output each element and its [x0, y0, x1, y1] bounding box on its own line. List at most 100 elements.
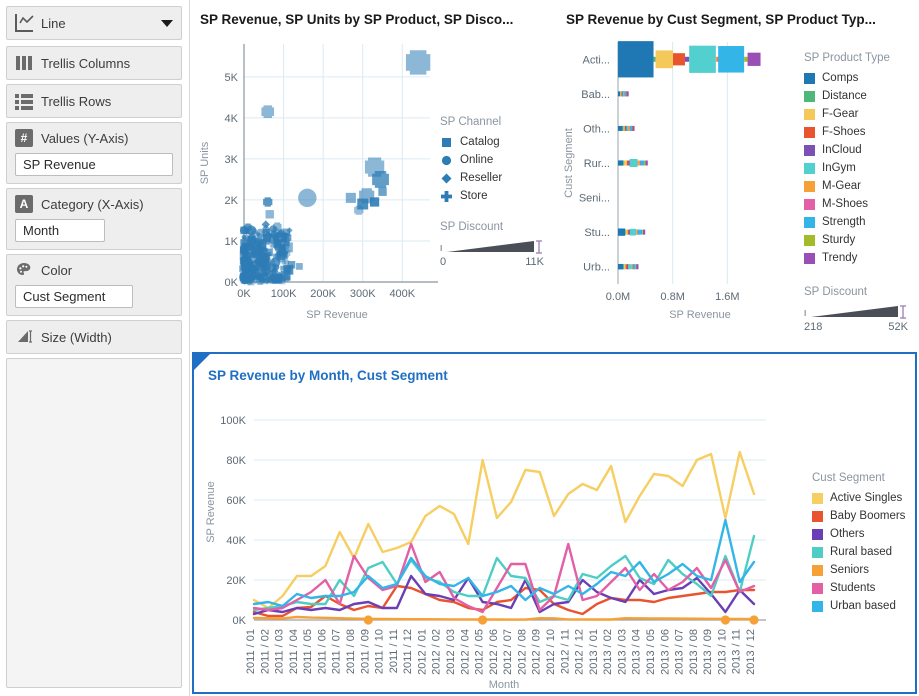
- legend-item-label: Students: [830, 582, 876, 594]
- svg-text:Rur...: Rur...: [584, 158, 610, 170]
- legend-color-swatch: [804, 252, 815, 264]
- line-chart-title: SP Revenue by Month, Cust Segment: [208, 368, 448, 383]
- legend-item[interactable]: F-Gear: [804, 105, 890, 123]
- legend-item[interactable]: Urban based: [812, 597, 905, 615]
- legend-item[interactable]: Rural based: [812, 543, 905, 561]
- shelf-color[interactable]: Color Cust Segment: [6, 254, 182, 316]
- bars-legend: SP Product Type Comps Distance F-Gear F-Sho…: [804, 52, 890, 267]
- legend-item[interactable]: Distance: [804, 87, 890, 105]
- legend-color-swatch: [812, 564, 823, 576]
- legend-item[interactable]: M-Shoes: [804, 195, 890, 213]
- legend-item-label: Reseller: [460, 172, 503, 184]
- scatter-size-legend: SP Discount I 0 11K: [440, 221, 544, 268]
- legend-item[interactable]: Online: [440, 151, 544, 169]
- svg-text:2013 / 08: 2013 / 08: [688, 629, 700, 675]
- legend-item[interactable]: Seniors: [812, 561, 905, 579]
- color-field-chip[interactable]: Cust Segment: [15, 285, 133, 308]
- legend-item[interactable]: Sturdy: [804, 231, 890, 249]
- shelf-label: Color: [41, 262, 73, 278]
- legend-item[interactable]: Catalog: [440, 133, 544, 151]
- legend-item[interactable]: Strength: [804, 213, 890, 231]
- stacked-bar-chart-svg[interactable]: 0.0M 0.8M 1.6M SP Revenue Cust Segment Acti..…: [558, 34, 808, 344]
- svg-text:Bab...: Bab...: [581, 89, 610, 101]
- svg-text:2012 / 09: 2012 / 09: [531, 629, 543, 675]
- chart-type-selector[interactable]: Line: [6, 6, 182, 40]
- svg-text:2011 / 11: 2011 / 11: [388, 629, 400, 673]
- legend-item-label: Active Singles: [830, 492, 903, 504]
- svg-text:Urb...: Urb...: [583, 262, 610, 274]
- lines-legend: Cust Segment Active Singles Baby Boomers O…: [812, 472, 905, 615]
- legend-item[interactable]: Comps: [804, 69, 890, 87]
- legend-color-swatch: [804, 162, 815, 174]
- svg-text:5K: 5K: [225, 72, 239, 84]
- chart-type-label: Line: [41, 15, 66, 31]
- line-chart-svg[interactable]: 0K20K40K60K80K100KSP Revenue2011 / 01 201…: [194, 390, 806, 690]
- lines-legend-title: Cust Segment: [812, 472, 885, 484]
- scatter-discount-max: 11K: [525, 256, 544, 268]
- legend-item[interactable]: Trendy: [804, 249, 890, 267]
- svg-text:0K: 0K: [233, 615, 247, 627]
- bars-size-legend-title: SP Discount: [804, 286, 868, 298]
- attribute-icon: A: [15, 195, 33, 213]
- bars-discount-max: 52K: [888, 321, 908, 333]
- svg-text:3K: 3K: [225, 154, 239, 166]
- legend-item[interactable]: Baby Boomers: [812, 507, 905, 525]
- panel-scatter: SP Revenue, SP Units by SP Product, SP D…: [192, 0, 556, 348]
- legend-color-swatch: [804, 180, 815, 192]
- legend-item[interactable]: Others: [812, 525, 905, 543]
- svg-text:100K: 100K: [220, 415, 246, 427]
- legend-item[interactable]: M-Gear: [804, 177, 890, 195]
- shelf-label: Size (Width): [41, 329, 112, 345]
- legend-color-swatch: [812, 582, 823, 594]
- svg-text:2012 / 01: 2012 / 01: [416, 629, 428, 675]
- svg-text:Acti...: Acti...: [582, 54, 610, 66]
- svg-text:2013 / 05: 2013 / 05: [645, 629, 657, 675]
- legend-item[interactable]: F-Shoes: [804, 123, 890, 141]
- legend-item[interactable]: Students: [812, 579, 905, 597]
- discount-gradient-bar[interactable]: I: [804, 303, 906, 320]
- svg-text:100K: 100K: [271, 288, 297, 300]
- category-field-chip[interactable]: Month: [15, 219, 105, 242]
- legend-color-swatch: [804, 108, 815, 120]
- shelf-empty-area[interactable]: [6, 358, 182, 688]
- scatter-legend: SP Channel Catalog Online Reseller Store SP…: [440, 116, 544, 268]
- svg-text:2012 / 03: 2012 / 03: [445, 629, 457, 675]
- shelf-size-width[interactable]: Size (Width): [6, 320, 182, 354]
- svg-text:2012 / 08: 2012 / 08: [516, 629, 528, 675]
- svg-text:Oth...: Oth...: [583, 123, 610, 135]
- diamond-marker-icon: [441, 173, 452, 183]
- legend-item-label: F-Gear: [822, 108, 859, 120]
- legend-item-label: Online: [460, 154, 494, 166]
- svg-text:Month: Month: [489, 679, 520, 690]
- shelf-trellis-rows[interactable]: Trellis Rows: [6, 84, 182, 118]
- chevron-down-icon[interactable]: [161, 19, 173, 27]
- svg-text:2013 / 11: 2013 / 11: [731, 629, 743, 674]
- svg-text:80K: 80K: [226, 455, 246, 467]
- shelf-values-y-axis[interactable]: # Values (Y-Axis) SP Revenue: [6, 122, 182, 184]
- svg-text:2012 / 07: 2012 / 07: [502, 629, 514, 675]
- legend-item[interactable]: InGym: [804, 159, 890, 177]
- legend-item-label: Baby Boomers: [830, 510, 906, 522]
- legend-item-label: Distance: [822, 90, 867, 102]
- svg-text:0.0M: 0.0M: [606, 291, 630, 303]
- shelf-trellis-columns[interactable]: Trellis Columns: [6, 46, 182, 80]
- svg-text:4K: 4K: [225, 113, 239, 125]
- legend-color-swatch: [804, 90, 815, 102]
- shelf-category-x-axis[interactable]: A Category (X-Axis) Month: [6, 188, 182, 250]
- legend-item-label: Store: [460, 190, 488, 202]
- legend-item[interactable]: InCloud: [804, 141, 890, 159]
- legend-item[interactable]: Reseller: [440, 169, 544, 187]
- svg-text:2013 / 07: 2013 / 07: [674, 629, 686, 675]
- legend-color-swatch: [804, 216, 815, 228]
- svg-text:2012 / 02: 2012 / 02: [431, 629, 443, 675]
- shelf-label: Trellis Columns: [41, 55, 131, 71]
- svg-text:2012 / 04: 2012 / 04: [459, 629, 471, 675]
- shelf-label: Values (Y-Axis): [41, 130, 129, 146]
- palette-icon: [15, 261, 33, 279]
- legend-item[interactable]: Store: [440, 187, 544, 205]
- values-field-chip[interactable]: SP Revenue: [15, 153, 173, 176]
- legend-item-label: InGym: [822, 162, 856, 174]
- discount-gradient-bar[interactable]: I: [440, 238, 542, 255]
- panel-line-chart[interactable]: SP Revenue by Month, Cust Segment 0K 20K 4…: [192, 352, 917, 694]
- legend-item[interactable]: Active Singles: [812, 489, 905, 507]
